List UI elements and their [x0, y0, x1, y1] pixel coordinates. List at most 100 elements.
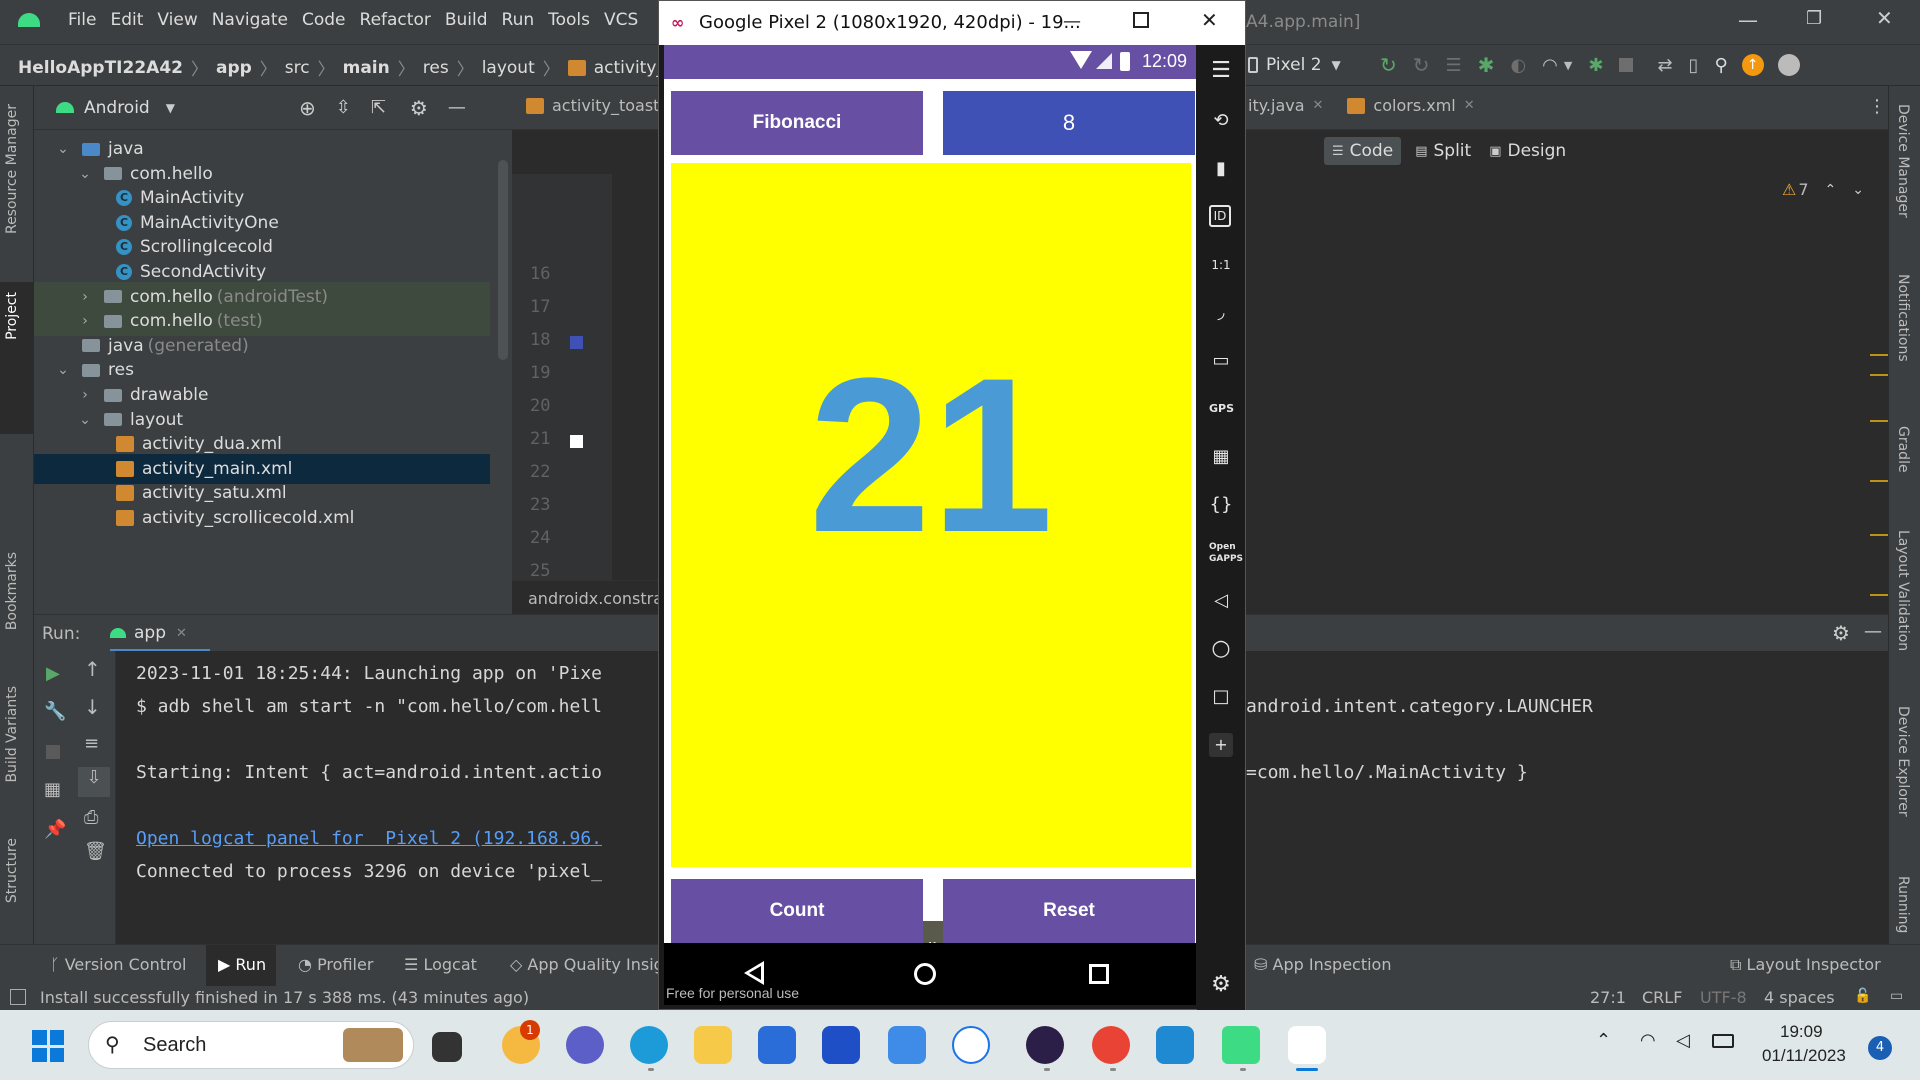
- previous-highlight-icon[interactable]: ⌃: [1825, 182, 1837, 198]
- tree-item[interactable]: activity_scrollicecold.xml: [34, 503, 490, 533]
- breadcrumb-project[interactable]: HelloAppTI22A42: [18, 58, 183, 78]
- project-view-selector[interactable]: Android: [84, 98, 150, 118]
- apply-code-icon[interactable]: ☰: [1446, 55, 1462, 76]
- tab-app-quality[interactable]: ◇ App Quality Insig: [510, 955, 664, 974]
- menu-file[interactable]: File: [68, 10, 96, 30]
- run-config-tab[interactable]: app: [134, 623, 166, 643]
- tab-notifications[interactable]: Notifications: [1895, 274, 1911, 362]
- screenshot-icon[interactable]: ▮: [1209, 157, 1233, 181]
- chevron-down-icon[interactable]: ▼: [1332, 58, 1341, 72]
- store-icon[interactable]: [758, 1026, 796, 1064]
- print-icon[interactable]: ⎙: [84, 807, 98, 828]
- sim-icon[interactable]: ▭: [1209, 349, 1233, 373]
- emulator-active-icon[interactable]: [1288, 1026, 1326, 1064]
- view-mode-design[interactable]: ▣ Design: [1489, 141, 1566, 161]
- menu-refactor[interactable]: Refactor: [360, 10, 431, 30]
- chevron-up-icon[interactable]: ⌃: [1596, 1030, 1611, 1051]
- line-separator[interactable]: CRLF: [1642, 988, 1682, 1007]
- chevron-right-icon[interactable]: ›: [76, 289, 94, 305]
- tab-logcat[interactable]: ☰ Logcat: [404, 955, 477, 974]
- chevron-down-icon[interactable]: ⌄: [76, 166, 94, 182]
- restore-icon[interactable]: ❐: [1806, 8, 1822, 29]
- menu-run[interactable]: Run: [502, 10, 535, 30]
- windows-start-icon[interactable]: [32, 1030, 64, 1062]
- locate-icon[interactable]: ⊕: [299, 96, 316, 120]
- soft-wrap-icon[interactable]: ≡: [84, 733, 99, 754]
- color-swatch-icon[interactable]: [570, 336, 583, 349]
- collapse-all-icon[interactable]: ⇱: [371, 97, 386, 118]
- expand-all-icon[interactable]: ⇳: [336, 97, 351, 118]
- rotate-icon[interactable]: ⟲: [1209, 109, 1233, 133]
- lock-icon[interactable]: 🔓: [1854, 988, 1871, 1004]
- account-icon[interactable]: [1777, 54, 1800, 76]
- device-manager-icon[interactable]: ▯: [1689, 55, 1699, 76]
- breadcrumb-src[interactable]: src: [285, 58, 310, 78]
- breadcrumb-res[interactable]: res: [423, 58, 449, 78]
- stop-icon[interactable]: [46, 745, 60, 759]
- chevron-down-icon[interactable]: ⌄: [54, 141, 72, 157]
- menu-view[interactable]: View: [157, 10, 197, 30]
- close-tab-icon[interactable]: ✕: [1313, 98, 1324, 113]
- chevron-down-icon[interactable]: ⌄: [54, 362, 72, 378]
- view-mode-code[interactable]: ☰ Code: [1324, 137, 1402, 165]
- calendar-app-icon[interactable]: [888, 1026, 926, 1064]
- panel-toggle-icon[interactable]: [10, 989, 26, 1005]
- recents-nav-icon[interactable]: [1089, 964, 1109, 984]
- device-selector[interactable]: Pixel 2: [1266, 55, 1322, 75]
- tab-profiler[interactable]: ◔ Profiler: [298, 955, 373, 974]
- close-window-icon[interactable]: ✕: [1201, 8, 1218, 32]
- tab-bookmarks[interactable]: Bookmarks: [4, 552, 20, 630]
- close-tab-icon[interactable]: ✕: [176, 626, 187, 641]
- plus-icon[interactable]: +: [1209, 733, 1233, 757]
- value-button[interactable]: 8: [943, 91, 1195, 155]
- stop-icon[interactable]: [1619, 58, 1634, 72]
- film-icon[interactable]: ▦: [1209, 445, 1233, 469]
- menu-vcs[interactable]: VCS: [604, 10, 638, 30]
- memory-indicator-icon[interactable]: ▭: [1890, 988, 1903, 1004]
- chevron-down-icon[interactable]: ⌄: [76, 412, 94, 428]
- recents-icon[interactable]: □: [1209, 685, 1233, 709]
- arrow-up-icon[interactable]: ↑: [84, 657, 101, 681]
- tab-structure[interactable]: Structure: [4, 838, 20, 903]
- emulator-app-icon[interactable]: [1026, 1026, 1064, 1064]
- profile-icon[interactable]: ◠: [1542, 55, 1558, 76]
- resize-icon[interactable]: 1:1: [1209, 253, 1233, 277]
- vscode-icon[interactable]: [1156, 1026, 1194, 1064]
- tab-java-file[interactable]: ity.java: [1248, 96, 1305, 115]
- tab-run[interactable]: ▶ Run: [218, 955, 266, 974]
- home-nav-icon[interactable]: [914, 963, 936, 985]
- notification-badge[interactable]: 4: [1868, 1036, 1892, 1060]
- volume-icon[interactable]: ◁: [1676, 1030, 1690, 1051]
- hide-panel-icon[interactable]: —: [1864, 621, 1882, 642]
- device-id-icon[interactable]: ID: [1209, 205, 1231, 227]
- close-tab-icon[interactable]: ✕: [1464, 98, 1475, 113]
- tab-project[interactable]: Project: [4, 292, 20, 340]
- search-everywhere-icon[interactable]: ⚲: [1714, 55, 1727, 76]
- warning-icon[interactable]: ⚠: [1782, 180, 1796, 199]
- tab-layout-inspector[interactable]: ⧉ Layout Inspector: [1730, 955, 1881, 975]
- pin-icon[interactable]: 📌: [44, 819, 66, 840]
- task-view-icon[interactable]: [432, 1032, 462, 1062]
- vpn-app-icon[interactable]: [952, 1026, 990, 1064]
- meet-app-icon[interactable]: [566, 1026, 604, 1064]
- more-tabs-icon[interactable]: ⋮: [1868, 96, 1886, 117]
- apply-changes-icon[interactable]: ↻: [1413, 53, 1430, 77]
- chevron-down-icon[interactable]: ▼: [166, 101, 175, 115]
- tab-build-variants[interactable]: Build Variants: [4, 686, 20, 783]
- settings-gear-icon[interactable]: ⚙: [1209, 973, 1233, 997]
- settings-gear-icon[interactable]: ⚙: [1832, 621, 1850, 645]
- open-gapps-icon[interactable]: Open GAPPS: [1209, 541, 1243, 565]
- settings-gear-icon[interactable]: ⚙: [410, 96, 428, 120]
- breadcrumb-main[interactable]: main: [343, 58, 390, 78]
- code-braces-icon[interactable]: {}: [1209, 493, 1233, 517]
- tab-app-inspection[interactable]: ⛁ App Inspection: [1254, 955, 1391, 974]
- editor-breadcrumb-label[interactable]: androidx.constra: [528, 589, 663, 608]
- reset-button[interactable]: Reset: [943, 879, 1195, 943]
- indent-setting[interactable]: 4 spaces: [1764, 988, 1835, 1007]
- open-logcat-link[interactable]: Open logcat panel for Pixel 2 (192.168.9…: [136, 828, 602, 849]
- tab-version-control[interactable]: ᚴ Version Control: [50, 955, 186, 974]
- chevron-right-icon[interactable]: ›: [76, 387, 94, 403]
- edge-browser-icon[interactable]: [630, 1026, 668, 1064]
- tree-scrollbar[interactable]: [498, 160, 508, 360]
- scroll-to-end-icon[interactable]: ⇩: [78, 767, 110, 797]
